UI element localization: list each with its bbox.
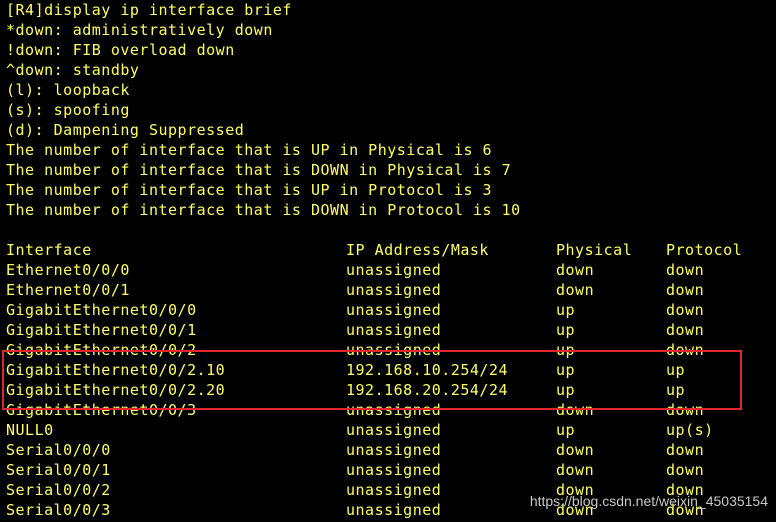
cell-protocol: down	[666, 321, 705, 339]
cell-protocol: down	[666, 461, 705, 479]
header-physical: Physical	[556, 241, 633, 259]
cell-physical: down	[556, 461, 595, 479]
cell-physical: up	[556, 361, 576, 379]
cell-ip-address: unassigned	[346, 301, 442, 319]
cell-protocol: up	[666, 361, 686, 379]
cell-ip-address: unassigned	[346, 261, 442, 279]
cell-protocol: down	[666, 401, 705, 419]
cell-physical: down	[556, 261, 595, 279]
cell-physical: up	[556, 301, 576, 319]
cell-interface: Ethernet0/0/1	[6, 281, 130, 299]
cell-physical: up	[556, 341, 576, 359]
cell-interface: GigabitEthernet0/0/0	[6, 301, 197, 319]
cell-physical: up	[556, 421, 576, 439]
cell-protocol: down	[666, 341, 705, 359]
cell-interface: Ethernet0/0/0	[6, 261, 130, 279]
cell-interface: NULL0	[6, 421, 54, 439]
watermark: https://blog.csdn.net/weixin_45035154	[529, 493, 768, 509]
cell-physical: up	[556, 321, 576, 339]
cell-protocol: up(s)	[666, 421, 714, 439]
cell-physical: up	[556, 381, 576, 399]
cell-interface: GigabitEthernet0/0/2.10	[6, 361, 226, 379]
cell-interface: Serial0/0/3	[6, 501, 111, 519]
header-protocol: Protocol	[666, 241, 743, 259]
cell-ip-address: unassigned	[346, 441, 442, 459]
cell-interface: GigabitEthernet0/0/2	[6, 341, 197, 359]
terminal-line: (l): loopback	[6, 81, 130, 99]
terminal-line: [R4]display ip interface brief	[6, 1, 292, 19]
cell-ip-address: unassigned	[346, 461, 442, 479]
cell-physical: down	[556, 281, 595, 299]
cell-interface: GigabitEthernet0/0/3	[6, 401, 197, 419]
cell-ip-address: 192.168.20.254/24	[346, 381, 509, 399]
cell-protocol: down	[666, 261, 705, 279]
terminal-line: The number of interface that is DOWN in …	[6, 161, 512, 179]
cell-protocol: down	[666, 281, 705, 299]
cell-protocol: down	[666, 441, 705, 459]
cell-ip-address: unassigned	[346, 281, 442, 299]
cell-physical: down	[556, 401, 595, 419]
cell-ip-address: unassigned	[346, 341, 442, 359]
cell-ip-address: unassigned	[346, 421, 442, 439]
terminal-line: The number of interface that is UP in Pr…	[6, 181, 493, 199]
cell-ip-address: unassigned	[346, 321, 442, 339]
cell-protocol: down	[666, 301, 705, 319]
cell-interface: GigabitEthernet0/0/1	[6, 321, 197, 339]
cell-interface: GigabitEthernet0/0/2.20	[6, 381, 226, 399]
header-interface: Interface	[6, 241, 92, 259]
terminal-line: (d): Dampening Suppressed	[6, 121, 245, 139]
cell-physical: down	[556, 441, 595, 459]
terminal-line: The number of interface that is DOWN in …	[6, 201, 521, 219]
cell-interface: Serial0/0/1	[6, 461, 111, 479]
cell-interface: Serial0/0/2	[6, 481, 111, 499]
cell-protocol: up	[666, 381, 686, 399]
cell-ip-address: unassigned	[346, 501, 442, 519]
cell-ip-address: unassigned	[346, 481, 442, 499]
terminal-line: !down: FIB overload down	[6, 41, 235, 59]
terminal-line: The number of interface that is UP in Ph…	[6, 141, 493, 159]
terminal-line: ^down: standby	[6, 61, 140, 79]
header-ip-address: IP Address/Mask	[346, 241, 489, 259]
terminal-line: *down: administratively down	[6, 21, 273, 39]
cell-ip-address: 192.168.10.254/24	[346, 361, 509, 379]
cell-ip-address: unassigned	[346, 401, 442, 419]
cell-interface: Serial0/0/0	[6, 441, 111, 459]
terminal-window[interactable]: [R4]display ip interface brief *down: ad…	[0, 0, 776, 522]
terminal-line: (s): spoofing	[6, 101, 130, 119]
